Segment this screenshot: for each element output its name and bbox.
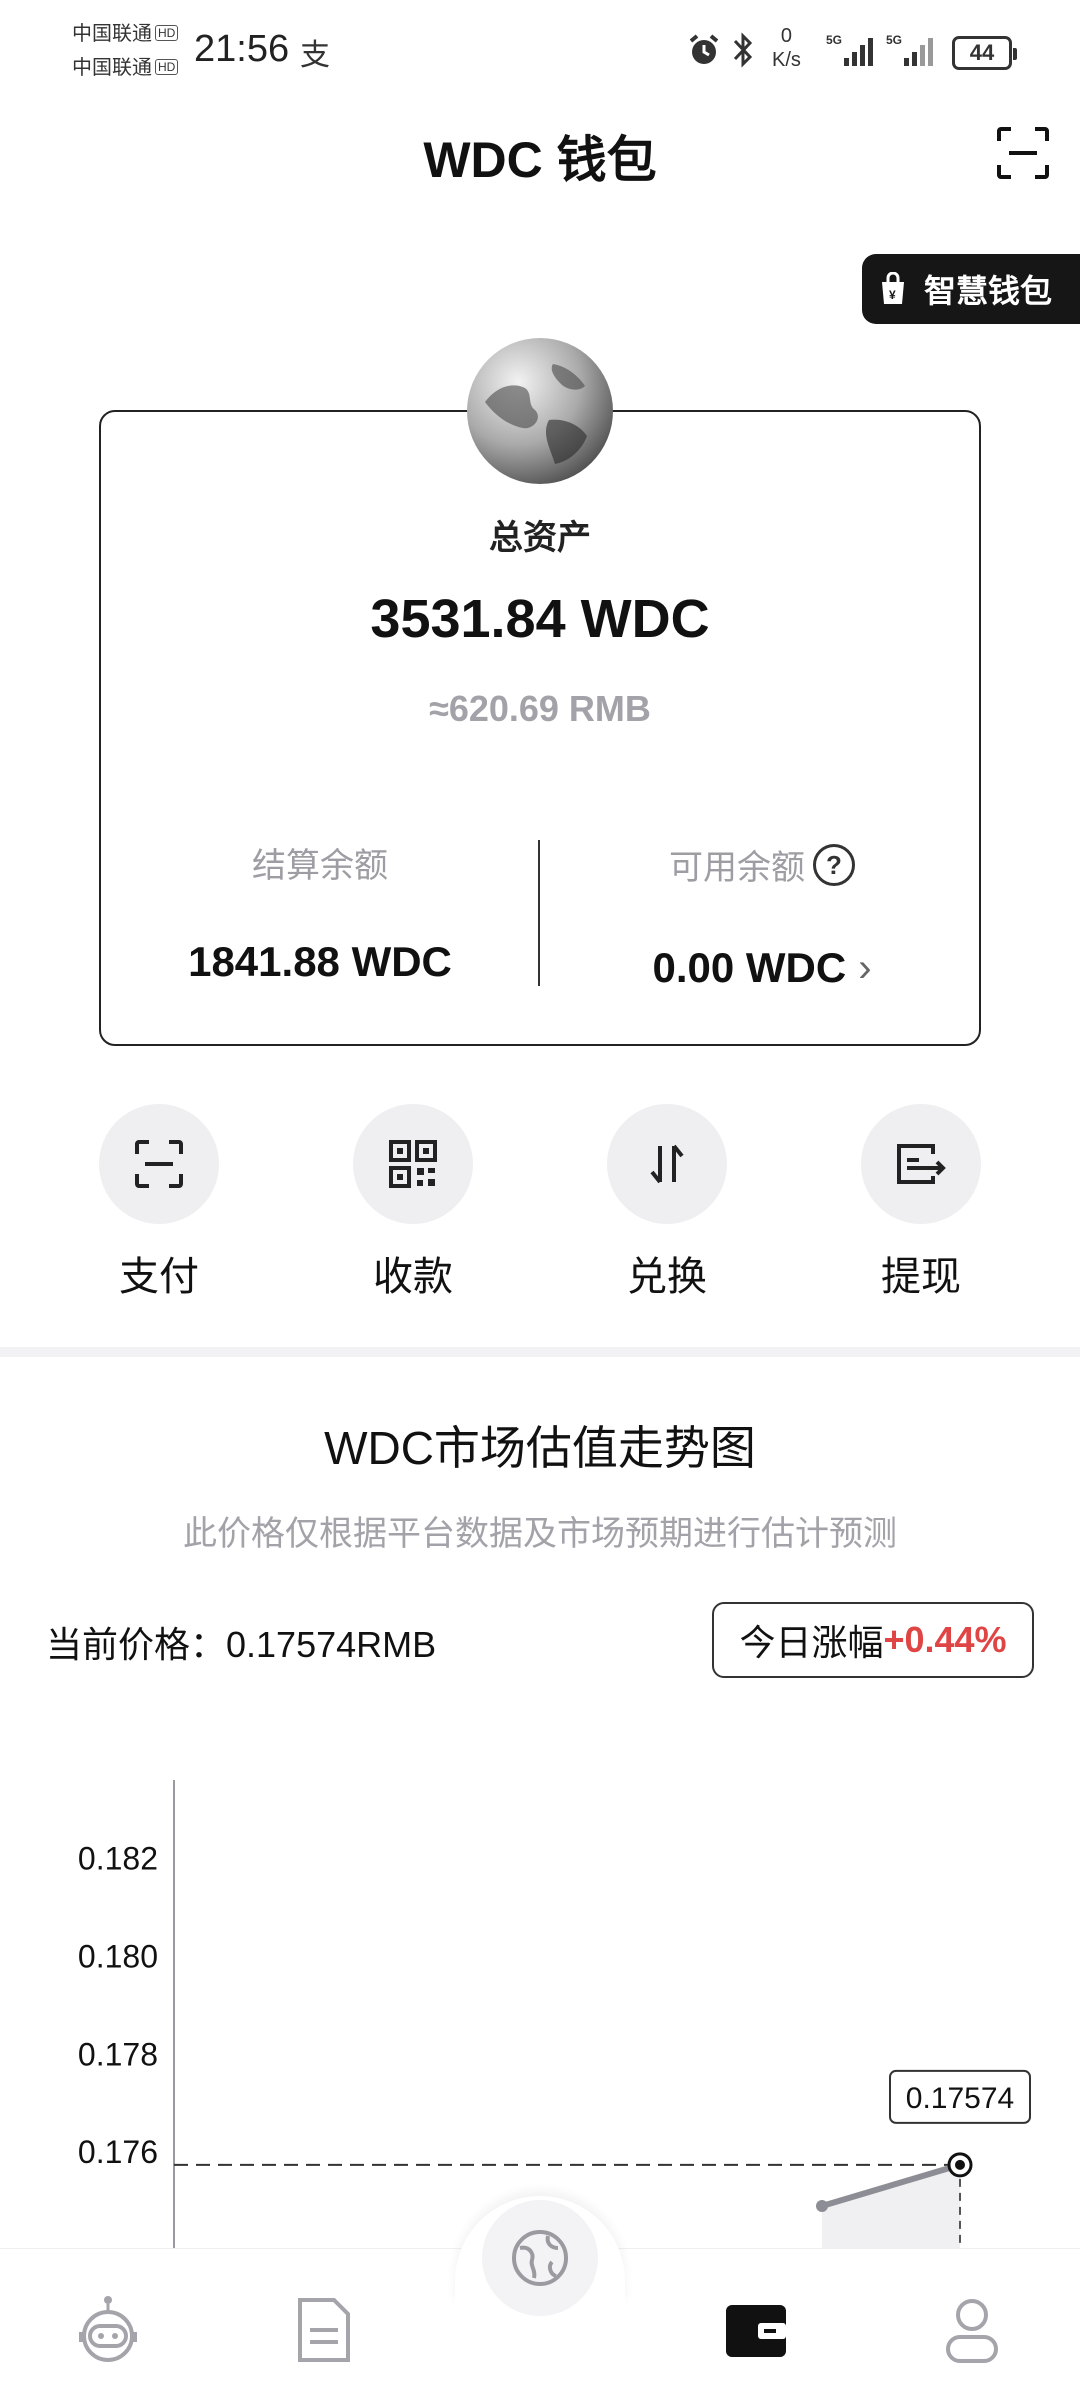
daily-change-badge: 今日涨幅 +0.44%: [712, 1602, 1034, 1678]
nav-wallet-button[interactable]: [716, 2290, 796, 2370]
carrier-1: 中国联通 HD: [72, 22, 179, 46]
settlement-balance-label: 结算余额: [252, 847, 388, 885]
available-balance-label-text: 可用余额: [669, 849, 805, 887]
price-point: [816, 2199, 828, 2212]
nav-globe-button[interactable]: [482, 2200, 598, 2316]
withdraw-icon: [897, 1144, 946, 1184]
section-separator: [0, 1347, 1080, 1357]
receive-icon-circle: [353, 1104, 473, 1224]
exchange-button[interactable]: 兑换: [592, 1104, 742, 1302]
alarm-icon: [689, 34, 719, 64]
exchange-icon-circle: [607, 1104, 727, 1224]
current-price: 当前价格：0.17574RMB: [46, 1624, 437, 1665]
scan-pay-icon: [135, 1140, 183, 1188]
y-tick-label: 0.178: [78, 2036, 158, 2072]
settlement-balance-value: 1841.88 WDC: [188, 938, 452, 985]
globe-icon: [512, 2230, 568, 2286]
y-tick-label: 0.182: [78, 1841, 158, 1877]
y-tick-label: 0.176: [78, 2134, 158, 2170]
bluetooth-icon: [733, 32, 753, 68]
network-speed: 0 K/s: [772, 25, 801, 71]
nav-profile-button[interactable]: [932, 2290, 1012, 2370]
nav-robot-button[interactable]: [68, 2290, 148, 2370]
available-balance-link[interactable]: 0.00 WDC ›: [562, 944, 962, 992]
latest-point-dot: [955, 2159, 965, 2170]
wallet-bag-icon: ¥: [882, 272, 904, 304]
rmb-equivalent: ≈620.69 RMB: [429, 688, 651, 729]
signal-label-2: 5G: [886, 33, 902, 47]
price-trend-chart: 0.182 0.180 0.178 0.176 0.17574: [78, 1780, 1031, 2250]
withdraw-button[interactable]: 提现: [846, 1104, 996, 1302]
available-balance-value: 0.00 WDC: [652, 944, 847, 991]
signal-icon-2: 5G: [886, 33, 933, 66]
status-bar: 中国联通 HD 中国联通 HD 21:56 支 0 K/s 5G 5G 44: [0, 0, 1080, 100]
wallet-icon: [726, 2305, 786, 2357]
signal-label-1: 5G: [826, 33, 842, 47]
pay-icon-circle: [99, 1104, 219, 1224]
withdraw-label: 提现: [881, 1255, 961, 1299]
market-chart-subtitle: 此价格仅根据平台数据及市场预期进行估计预测: [183, 1515, 897, 1553]
svg-text:¥: ¥: [889, 288, 896, 302]
page-title: WDC 钱包: [423, 132, 657, 188]
receive-button[interactable]: 收款: [338, 1104, 488, 1302]
scan-icon[interactable]: [995, 125, 1051, 181]
daily-change-value: +0.44%: [883, 1619, 1007, 1660]
nav-document-button[interactable]: [284, 2290, 364, 2370]
withdraw-icon-circle: [861, 1104, 981, 1224]
qr-code-icon: [389, 1140, 437, 1188]
document-icon: [298, 2298, 350, 2362]
total-assets-label: 总资产: [489, 519, 591, 557]
price-area-fill: [822, 2164, 960, 2250]
pay-label: 支付: [119, 1255, 199, 1299]
daily-change-label: 今日涨幅: [739, 1622, 884, 1663]
exchange-label: 兑换: [627, 1255, 707, 1299]
exchange-icon: [650, 1144, 684, 1184]
smart-wallet-label: 智慧钱包: [924, 273, 1053, 309]
battery-indicator: 44: [952, 36, 1017, 70]
available-balance-label: 可用余额 ?: [562, 840, 962, 889]
robot-icon: [79, 2296, 137, 2362]
market-chart-title: WDC市场估值走势图: [324, 1422, 756, 1474]
smart-wallet-button[interactable]: ¥ 智慧钱包: [862, 254, 1080, 324]
help-icon[interactable]: ?: [813, 843, 855, 886]
latest-value-label: 0.17574: [906, 2082, 1014, 2115]
y-tick-label: 0.180: [78, 1939, 158, 1975]
globe-avatar: [467, 338, 613, 484]
user-icon: [946, 2299, 998, 2363]
total-assets-value: 3531.84 WDC: [370, 589, 710, 649]
pay-button[interactable]: 支付: [84, 1104, 234, 1302]
chevron-right-icon: ›: [858, 945, 872, 990]
receive-label: 收款: [373, 1255, 453, 1299]
balance-divider: [538, 840, 540, 986]
signal-icon-1: 5G: [826, 33, 873, 66]
clock: 21:56: [194, 28, 290, 70]
carrier-2: 中国联通 HD: [72, 56, 179, 80]
alipay-notification-icon: 支: [300, 39, 330, 72]
